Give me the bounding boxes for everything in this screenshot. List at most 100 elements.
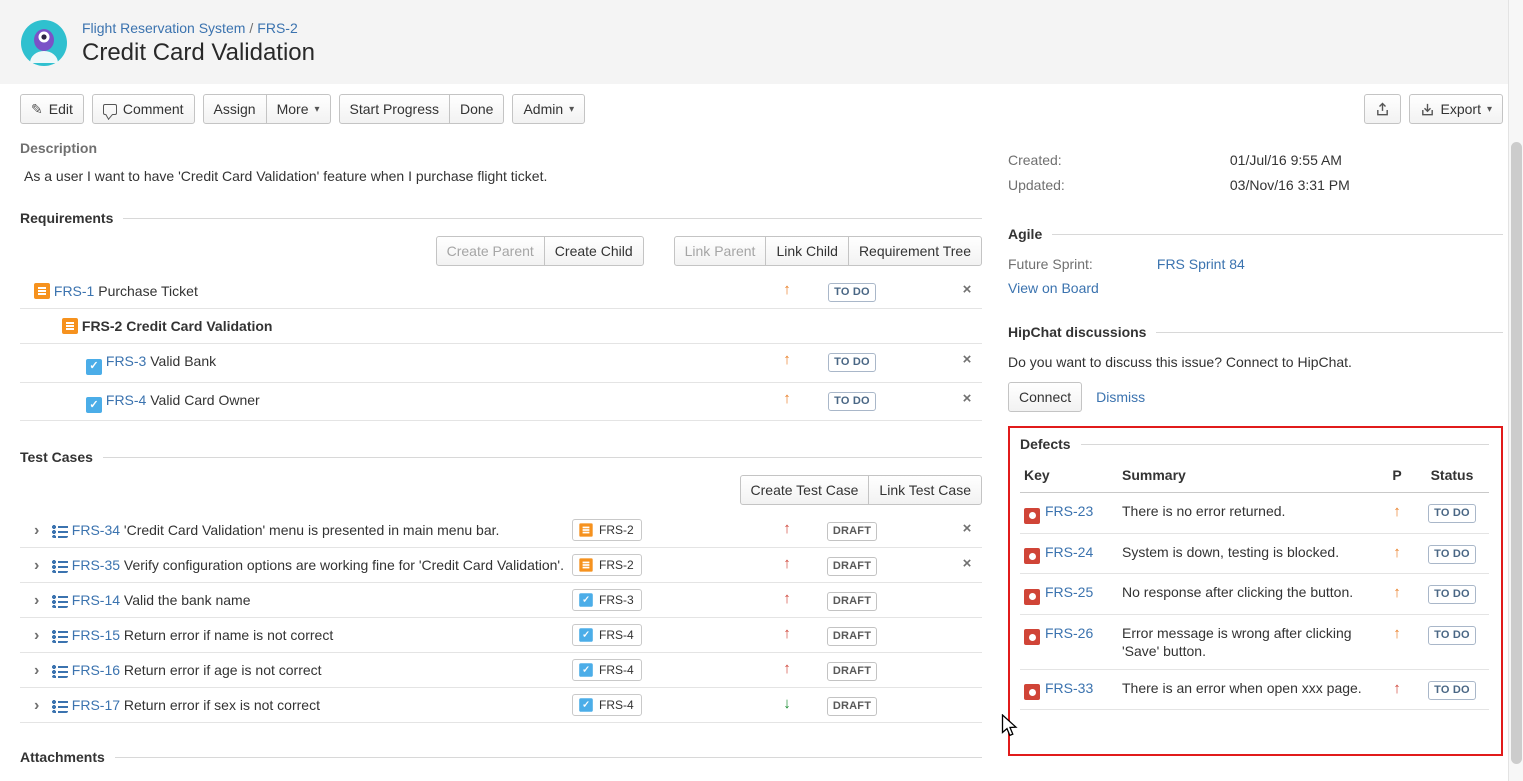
requirement-tree-button[interactable]: Requirement Tree bbox=[848, 236, 982, 266]
issue-key-link[interactable]: FRS-1 bbox=[54, 283, 94, 299]
admin-button-label: Admin bbox=[523, 101, 563, 117]
done-button[interactable]: Done bbox=[449, 94, 504, 124]
start-progress-button[interactable]: Start Progress bbox=[339, 94, 450, 124]
test-cases-heading: Test Cases bbox=[20, 449, 93, 465]
requirement-row: FRS-4 Valid Card Owner ↑ TO DO × bbox=[20, 383, 982, 422]
status-badge: TO DO bbox=[1428, 504, 1476, 523]
defect-key-link[interactable]: FRS-33 bbox=[1045, 680, 1093, 696]
comment-button[interactable]: Comment bbox=[92, 94, 195, 124]
unlink-icon[interactable]: × bbox=[963, 351, 972, 368]
edit-button[interactable]: ✎ Edit bbox=[20, 94, 84, 124]
connect-button-label: Connect bbox=[1019, 389, 1071, 405]
link-parent-button[interactable]: Link Parent bbox=[674, 236, 767, 266]
issue-key-link[interactable]: FRS-17 bbox=[72, 697, 120, 713]
create-parent-button[interactable]: Create Parent bbox=[436, 236, 545, 266]
breadcrumb-issue-link[interactable]: FRS-2 bbox=[257, 20, 297, 36]
task-type-icon bbox=[579, 593, 593, 607]
test-case-row: › FRS-16 Return error if age is not corr… bbox=[20, 653, 982, 688]
issue-key-link[interactable]: FRS-16 bbox=[72, 662, 120, 678]
unlink-icon[interactable]: × bbox=[963, 520, 972, 537]
requirement-row: FRS-1 Purchase Ticket ↑ TO DO × bbox=[20, 274, 982, 309]
defect-row: FRS-23 There is no error returned. ↑ TO … bbox=[1020, 493, 1489, 534]
status-badge: TO DO bbox=[1428, 585, 1476, 604]
vertical-scrollbar[interactable] bbox=[1508, 0, 1523, 781]
priority-major-icon: ↑ bbox=[1393, 544, 1401, 561]
linked-requirement-chip[interactable]: FRS-2 bbox=[572, 554, 642, 576]
defect-key-link[interactable]: FRS-24 bbox=[1045, 544, 1093, 560]
created-value: 01/Jul/16 9:55 AM bbox=[1230, 152, 1342, 168]
linked-requirement-chip[interactable]: FRS-2 bbox=[572, 519, 642, 541]
test-case-icon bbox=[52, 627, 68, 643]
priority-major-icon: ↑ bbox=[783, 390, 791, 407]
link-child-button[interactable]: Link Child bbox=[765, 236, 848, 266]
create-test-case-button[interactable]: Create Test Case bbox=[740, 475, 870, 505]
priority-low-icon: ↓ bbox=[783, 695, 791, 712]
unlink-icon[interactable]: × bbox=[963, 390, 972, 407]
export-icon bbox=[1420, 102, 1435, 117]
expand-icon[interactable]: › bbox=[34, 559, 48, 573]
expand-icon[interactable]: › bbox=[34, 524, 48, 538]
linked-key: FRS-4 bbox=[599, 698, 634, 712]
bug-icon bbox=[1024, 589, 1040, 605]
issue-summary: Return error if sex is not correct bbox=[124, 697, 320, 713]
linked-requirement-chip[interactable]: FRS-3 bbox=[572, 589, 642, 611]
priority-high-icon: ↑ bbox=[1393, 680, 1401, 697]
expand-icon[interactable]: › bbox=[34, 629, 48, 643]
scrollbar-thumb[interactable] bbox=[1511, 142, 1522, 764]
priority-major-icon: ↑ bbox=[1393, 625, 1401, 642]
description-text: As a user I want to have 'Credit Card Va… bbox=[20, 166, 982, 186]
test-case-row: › FRS-35 Verify configuration options ar… bbox=[20, 548, 982, 583]
issue-key-link[interactable]: FRS-35 bbox=[72, 557, 120, 573]
linked-requirement-chip[interactable]: FRS-4 bbox=[572, 694, 642, 716]
link-parent-label: Link Parent bbox=[685, 243, 756, 259]
priority-major-icon: ↑ bbox=[783, 351, 791, 368]
status-badge: DRAFT bbox=[827, 592, 877, 611]
expand-icon[interactable]: › bbox=[34, 699, 48, 713]
breadcrumb-project-link[interactable]: Flight Reservation System bbox=[82, 20, 245, 36]
page-title: Credit Card Validation bbox=[82, 39, 315, 67]
defect-row: FRS-24 System is down, testing is blocke… bbox=[1020, 533, 1489, 574]
task-type-icon bbox=[579, 628, 593, 642]
hipchat-connect-button[interactable]: Connect bbox=[1008, 382, 1082, 412]
expand-icon[interactable]: › bbox=[34, 664, 48, 678]
status-badge: DRAFT bbox=[827, 557, 877, 576]
more-button[interactable]: More ▾ bbox=[266, 94, 331, 124]
issue-summary: Valid Card Owner bbox=[150, 392, 259, 408]
link-test-case-button[interactable]: Link Test Case bbox=[868, 475, 982, 505]
defects-table: Key Summary P Status FRS-23 There is no … bbox=[1020, 458, 1489, 710]
issue-key-link[interactable]: FRS-15 bbox=[72, 627, 120, 643]
defect-key-link[interactable]: FRS-26 bbox=[1045, 625, 1093, 641]
defect-key-link[interactable]: FRS-23 bbox=[1045, 503, 1093, 519]
linked-key: FRS-3 bbox=[599, 593, 634, 607]
priority-high-icon: ↑ bbox=[783, 625, 791, 642]
alien-avatar-icon bbox=[20, 19, 68, 67]
linked-requirement-chip[interactable]: FRS-4 bbox=[572, 624, 642, 646]
defect-key-link[interactable]: FRS-25 bbox=[1045, 584, 1093, 600]
unlink-icon[interactable]: × bbox=[963, 281, 972, 298]
issue-key-link[interactable]: FRS-34 bbox=[72, 522, 120, 538]
test-cases-table: › FRS-34 'Credit Card Validation' menu i… bbox=[20, 513, 982, 723]
issue-key-link[interactable]: FRS-14 bbox=[72, 592, 120, 608]
linked-requirement-chip[interactable]: FRS-4 bbox=[572, 659, 642, 681]
test-case-icon bbox=[52, 662, 68, 678]
unlink-icon[interactable]: × bbox=[963, 555, 972, 572]
defect-summary: System is down, testing is blocked. bbox=[1118, 533, 1379, 574]
requirement-type-icon bbox=[579, 558, 593, 572]
assign-button[interactable]: Assign bbox=[203, 94, 267, 124]
requirement-row-current: FRS-2 Credit Card Validation bbox=[20, 309, 982, 344]
status-badge: DRAFT bbox=[827, 522, 877, 541]
expand-icon[interactable]: › bbox=[34, 594, 48, 608]
description-heading: Description bbox=[20, 140, 982, 156]
create-child-button[interactable]: Create Child bbox=[544, 236, 644, 266]
export-button[interactable]: Export ▾ bbox=[1409, 94, 1504, 124]
hipchat-dismiss-link[interactable]: Dismiss bbox=[1096, 389, 1145, 405]
chevron-down-icon: ▾ bbox=[314, 104, 319, 115]
issue-key-link[interactable]: FRS-3 bbox=[106, 353, 146, 369]
link-test-case-label: Link Test Case bbox=[879, 482, 971, 498]
issue-key-link[interactable]: FRS-4 bbox=[106, 392, 146, 408]
requirement-type-icon bbox=[34, 283, 50, 299]
view-on-board-link[interactable]: View on Board bbox=[1008, 280, 1099, 296]
future-sprint-link[interactable]: FRS Sprint 84 bbox=[1157, 256, 1245, 272]
share-button[interactable] bbox=[1364, 94, 1401, 124]
admin-button[interactable]: Admin ▾ bbox=[512, 94, 585, 124]
